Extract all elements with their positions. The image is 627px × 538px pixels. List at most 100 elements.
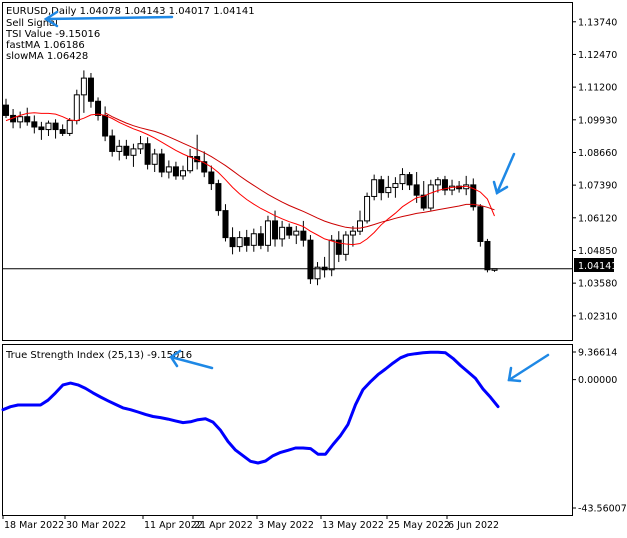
candle-body	[95, 100, 102, 116]
candle-body	[328, 239, 335, 271]
price-tag-label: 1.04141	[578, 261, 617, 272]
candle-body	[144, 143, 151, 165]
candle	[31, 115, 38, 134]
candle	[300, 220, 307, 247]
candle-body	[3, 104, 9, 116]
candle-body	[151, 153, 158, 165]
candle	[38, 121, 45, 140]
candle-body	[250, 233, 257, 246]
candle	[109, 129, 116, 157]
candle-body	[385, 186, 392, 194]
candle	[95, 97, 102, 121]
candle-body	[420, 194, 427, 209]
candle-body	[357, 220, 363, 232]
candle	[279, 220, 286, 247]
y-tick-label: 1.03580	[578, 279, 617, 290]
candle-body	[272, 220, 279, 240]
candle-body	[293, 230, 300, 236]
slow-ma-label: slowMA 1.06428	[6, 51, 88, 62]
candle-body	[87, 77, 94, 102]
candle-body	[406, 174, 413, 186]
candle-body	[187, 156, 194, 172]
candle	[335, 231, 342, 263]
candle-body	[24, 116, 31, 123]
candle	[130, 143, 137, 167]
candle	[477, 204, 484, 247]
candle-body	[73, 94, 80, 122]
x-tick-label: 3 May 2022	[258, 520, 314, 531]
y-tick-label: 1.08660	[578, 148, 617, 159]
candle	[378, 175, 385, 201]
candle	[151, 148, 158, 173]
candle	[180, 165, 186, 180]
candle	[116, 139, 123, 161]
candle-body	[165, 166, 172, 173]
y-tick-label: 1.02310	[578, 311, 617, 322]
candle	[399, 168, 406, 191]
candle	[52, 119, 59, 139]
tsi-line	[1, 350, 500, 465]
candle-body	[109, 135, 116, 152]
candle-body	[349, 230, 356, 236]
candle-body	[484, 240, 491, 271]
y-tick-label: 1.12470	[578, 50, 617, 61]
y-tick-label: -43.56007	[578, 504, 627, 515]
annotation-arrow-icon	[492, 152, 516, 195]
x-tick-label: 18 Mar 2022	[4, 520, 64, 531]
y-tick-label: 1.13740	[578, 17, 617, 28]
candle	[314, 262, 321, 286]
candle-body	[371, 179, 378, 197]
candle	[80, 70, 87, 113]
candle	[208, 165, 215, 191]
y-tick-label: 1.11200	[578, 83, 617, 94]
y-tick-label: 1.06120	[578, 213, 617, 224]
candle	[307, 235, 314, 284]
x-tick-label: 6 Jun 2022	[448, 520, 499, 531]
tsi-value-label: TSI Value -9.15016	[5, 29, 100, 40]
candle	[73, 89, 80, 125]
candle-body	[222, 210, 229, 239]
candle-body	[17, 116, 24, 123]
candle	[137, 135, 144, 155]
candle-body	[279, 226, 286, 240]
candle	[215, 179, 222, 216]
candle	[3, 98, 9, 118]
candle-body	[123, 145, 130, 156]
chart-canvas[interactable]: 1.04141 1.13740 1.12470 1.11200 1.09930 1.08…	[0, 0, 627, 538]
candle	[392, 177, 399, 198]
candle-body	[307, 239, 314, 280]
candle-body	[59, 129, 66, 134]
candle	[66, 117, 73, 136]
candle-body	[208, 171, 215, 185]
candle-body	[427, 184, 434, 209]
candle	[17, 111, 24, 129]
candle	[385, 175, 392, 198]
candle	[441, 175, 448, 196]
candle	[158, 148, 165, 178]
candle-body	[364, 195, 371, 222]
candle-body	[66, 120, 73, 134]
candle	[470, 178, 477, 211]
candle-body	[137, 143, 144, 150]
candle	[264, 215, 271, 252]
y-tick-label: 1.09930	[578, 115, 617, 126]
candle-body	[434, 179, 441, 186]
candle	[349, 226, 356, 247]
candle-body	[158, 153, 165, 173]
candle	[187, 148, 194, 174]
y-tick-label: 1.07390	[578, 181, 617, 192]
candle	[484, 238, 491, 273]
candle-body	[31, 121, 38, 128]
y-tick-label: 1.04850	[578, 246, 617, 257]
fast-ma-line	[5, 112, 495, 246]
candle	[250, 228, 257, 252]
candle-body	[180, 170, 186, 177]
candle-body	[215, 183, 222, 212]
candle-body	[342, 234, 349, 255]
candle	[257, 226, 264, 250]
candle-body	[286, 226, 293, 236]
x-tick-label: 30 Mar 2022	[66, 520, 126, 531]
candle	[194, 134, 201, 170]
indicator-pane	[2, 344, 573, 516]
candle-body	[236, 237, 243, 248]
